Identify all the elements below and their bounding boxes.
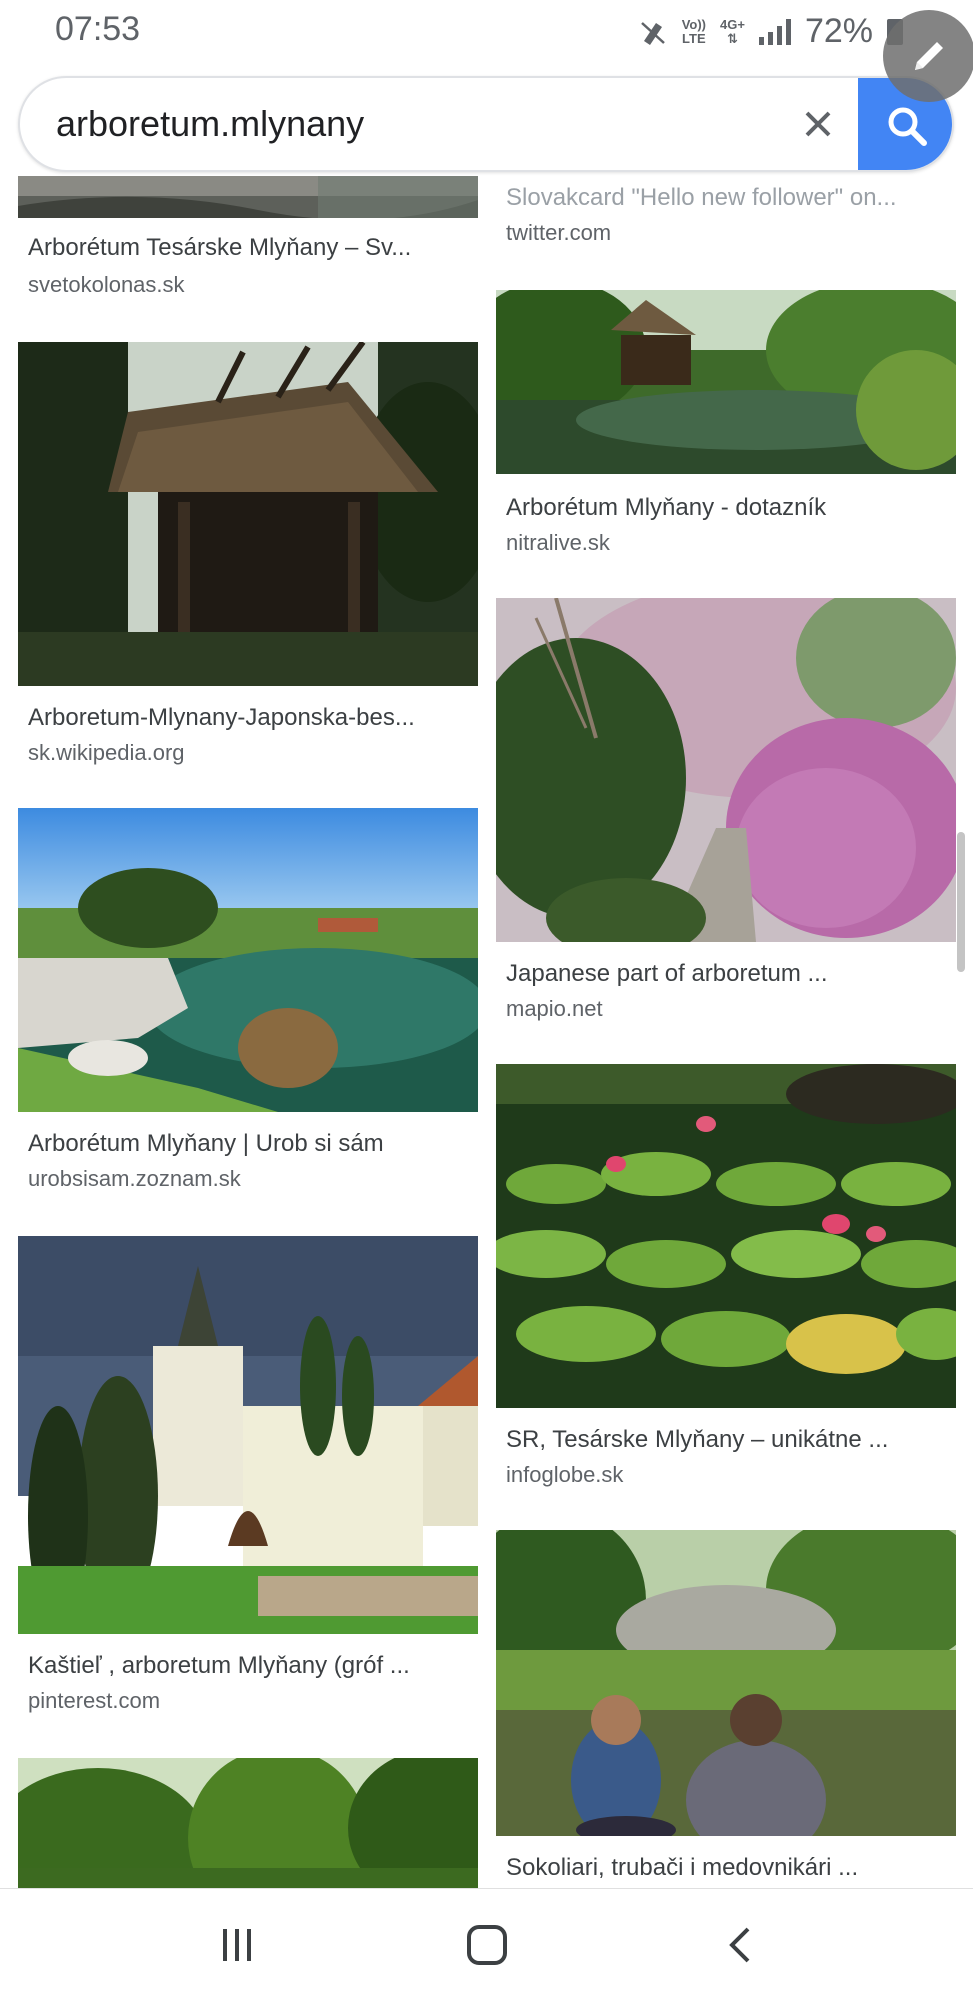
back-icon <box>729 1927 750 1963</box>
result-image[interactable] <box>18 1758 478 1888</box>
back-button[interactable] <box>700 1917 780 1973</box>
image-results: Arborétum Tesárske Mlyňany – Sv... sveto… <box>0 176 973 1888</box>
recent-apps-button[interactable] <box>197 1917 277 1973</box>
result-source: nitralive.sk <box>506 530 610 555</box>
image-result[interactable]: Arborétum Mlyňany - dotazník nitralive.s… <box>496 290 956 590</box>
image-result[interactable]: Kaštieľ , arboretum Mlyňany (gróf ... pi… <box>18 1236 478 1713</box>
result-source: pinterest.com <box>28 1688 161 1713</box>
home-icon <box>467 1925 507 1965</box>
battery-percent: 72% <box>804 12 873 50</box>
clear-icon <box>805 111 831 137</box>
image-result[interactable]: Sokoliari, trubači i medovnikári ... <box>496 1530 956 1888</box>
image-result[interactable]: Arborétum Mlyňany | Urob si sám urobsisa… <box>18 808 478 1208</box>
result-image[interactable] <box>18 176 478 218</box>
result-title[interactable]: SR, Tesárske Mlyňany – unikátne ... <box>506 1426 946 1454</box>
recent-apps-icon <box>223 1929 251 1961</box>
result-title[interactable]: Japanese part of arboretum ... <box>506 960 946 988</box>
result-image[interactable] <box>18 808 478 1112</box>
result-image[interactable] <box>496 598 956 942</box>
result-title[interactable]: Kaštieľ , arboretum Mlyňany (gróf ... <box>28 1652 468 1680</box>
home-button[interactable] <box>447 1917 527 1973</box>
image-result[interactable]: Arboretum-Mlynany-Japonska-bes... sk.wik… <box>18 342 478 782</box>
image-result[interactable]: SR, Tesárske Mlyňany – unikátne ... info… <box>496 1064 956 1487</box>
scrollbar[interactable] <box>957 832 965 972</box>
result-image[interactable] <box>496 1530 956 1836</box>
search-icon <box>888 107 927 146</box>
result-title[interactable]: Arborétum Mlyňany | Urob si sám <box>28 1130 468 1158</box>
image-result[interactable]: Japanese part of arboretum ... mapio.net <box>496 598 956 1021</box>
result-title[interactable]: Sokoliari, trubači i medovnikári ... <box>506 1854 946 1882</box>
result-image[interactable] <box>496 290 956 474</box>
result-title[interactable]: Arborétum Tesárske Mlyňany – Sv... <box>28 234 468 262</box>
mute-icon <box>640 21 665 45</box>
result-source: twitter.com <box>506 220 612 245</box>
result-title[interactable]: Arboretum-Mlynany-Japonska-bes... <box>28 704 468 732</box>
status-bar: 07:53 Vo)) LTE 4G+ ⇅ 72% <box>0 0 973 60</box>
result-source: infoglobe.sk <box>506 1462 624 1487</box>
clear-button[interactable] <box>790 96 846 152</box>
edit-button[interactable] <box>883 10 973 102</box>
search-input[interactable] <box>56 78 756 170</box>
search-bar <box>18 76 954 172</box>
result-source: mapio.net <box>506 996 603 1021</box>
image-result[interactable] <box>18 1758 478 1888</box>
result-title[interactable]: Arborétum Mlyňany - dotazník <box>506 494 946 522</box>
status-time: 07:53 <box>55 10 141 48</box>
result-source: urobsisam.zoznam.sk <box>28 1166 241 1191</box>
image-result[interactable]: Arborétum Tesárske Mlyňany – Sv... sveto… <box>18 176 478 306</box>
signal-icon <box>758 18 791 45</box>
image-result[interactable]: Slovakcard "Hello new follower" on... tw… <box>496 176 956 256</box>
result-image[interactable] <box>18 342 478 686</box>
result-title[interactable]: Slovakcard "Hello new follower" on... <box>506 184 946 212</box>
status-icons: Vo)) LTE 4G+ ⇅ 72% <box>638 12 903 51</box>
data-type-indicator: 4G+ ⇅ <box>720 16 745 46</box>
result-source: svetokolonas.sk <box>28 272 185 297</box>
result-image[interactable] <box>18 1236 478 1634</box>
volte-indicator: Vo)) LTE <box>681 16 706 46</box>
result-source: sk.wikipedia.org <box>28 740 185 765</box>
pencil-icon <box>915 42 943 70</box>
navigation-bar <box>0 1888 973 2000</box>
result-image[interactable] <box>496 1064 956 1408</box>
